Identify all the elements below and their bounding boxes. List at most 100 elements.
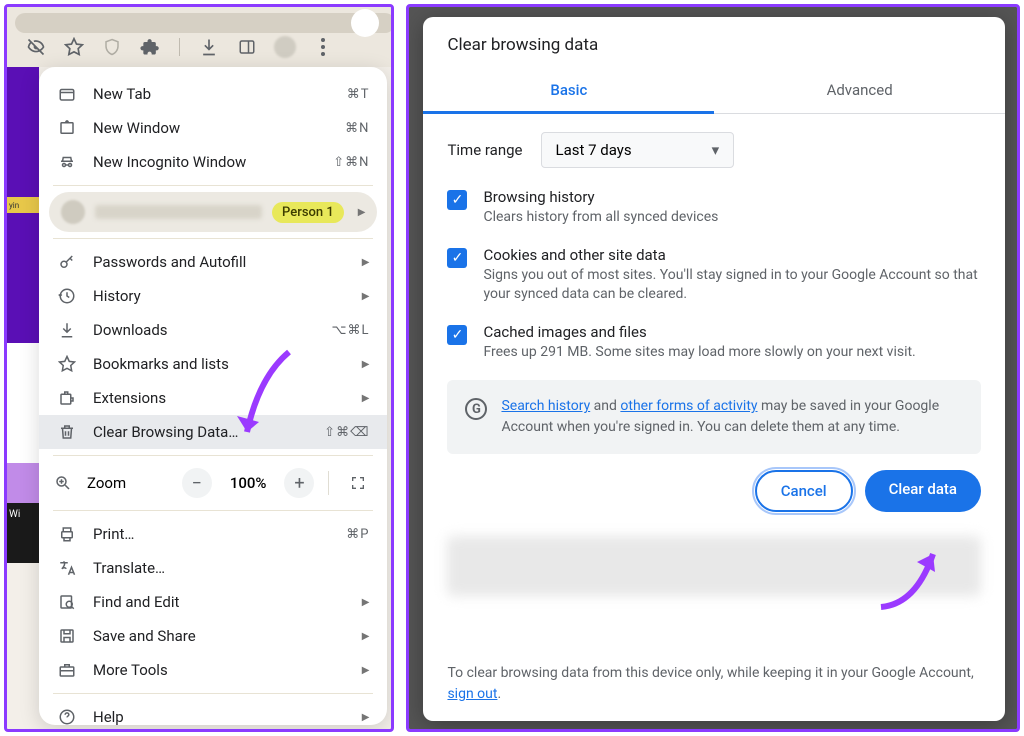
menu-more-tools[interactable]: More Tools ▶ — [39, 653, 387, 687]
info-box: G Search history and other forms of acti… — [447, 380, 981, 454]
profile-avatar[interactable] — [274, 36, 296, 58]
google-icon: G — [465, 398, 487, 420]
print-icon — [57, 524, 77, 544]
chrome-menu: New Tab ⌘T New Window ⌘N New Incognito W… — [39, 67, 387, 725]
zoom-in-button[interactable]: + — [284, 468, 314, 498]
menu-new-tab[interactable]: New Tab ⌘T — [39, 77, 387, 111]
checkbox[interactable]: ✓ — [447, 190, 467, 210]
time-range-select[interactable]: Last 7 days ▾ — [541, 132, 735, 168]
trash-icon — [57, 422, 77, 442]
menu-label: Passwords and Autofill — [93, 253, 342, 271]
tab-advanced[interactable]: Advanced — [714, 69, 1005, 113]
save-icon — [57, 626, 77, 646]
menu-label: Clear Browsing Data… — [93, 423, 308, 441]
time-range-label: Time range — [447, 141, 522, 159]
shield-icon[interactable] — [101, 36, 123, 58]
key-icon — [57, 252, 77, 272]
check-title: Cookies and other site data — [483, 246, 981, 264]
dialog-actions: Cancel Clear data — [447, 466, 981, 528]
menu-label: New Incognito Window — [93, 153, 317, 171]
menu-history[interactable]: History ▶ — [39, 279, 387, 313]
menu-print[interactable]: Print… ⌘P — [39, 517, 387, 551]
sign-out-link[interactable]: sign out — [447, 686, 497, 702]
separator — [53, 510, 373, 511]
tab-basic[interactable]: Basic — [423, 69, 714, 114]
chevron-right-icon: ▶ — [362, 597, 370, 608]
menu-label: History — [93, 287, 342, 305]
tracking-icon[interactable] — [25, 36, 47, 58]
checkbox-browsing-history: ✓ Browsing history Clears history from a… — [447, 188, 981, 228]
download-icon[interactable] — [198, 36, 220, 58]
tab-icon — [57, 84, 77, 104]
menu-downloads[interactable]: Downloads ⌥⌘L — [39, 313, 387, 347]
other-forms-link[interactable]: other forms of activity — [620, 398, 757, 414]
menu-label: Downloads — [93, 321, 315, 339]
menu-save-share[interactable]: Save and Share ▶ — [39, 619, 387, 653]
cancel-button[interactable]: Cancel — [755, 470, 853, 512]
bookmark-star-icon[interactable] — [63, 36, 85, 58]
check-title: Browsing history — [483, 188, 981, 206]
checkbox[interactable]: ✓ — [447, 248, 467, 268]
menu-help[interactable]: Help ▶ — [39, 700, 387, 725]
footer-text: To clear browsing data from this device … — [423, 663, 1005, 721]
extensions-icon[interactable] — [139, 36, 161, 58]
profile-avatar-icon — [61, 200, 85, 224]
search-history-link[interactable]: Search history — [501, 398, 590, 414]
shortcut: ⌘P — [346, 527, 369, 542]
chevron-right-icon: ▶ — [362, 631, 370, 642]
right-panel: Clear browsing data Basic Advanced Time … — [406, 4, 1020, 732]
chevron-right-icon: ▶ — [362, 359, 370, 370]
blurred-content — [447, 536, 981, 596]
checkbox[interactable]: ✓ — [447, 325, 467, 345]
menu-translate[interactable]: Translate… — [39, 551, 387, 585]
sidepanel-icon[interactable] — [236, 36, 258, 58]
checkbox-cookies: ✓ Cookies and other site data Signs you … — [447, 246, 981, 305]
menu-label: More Tools — [93, 661, 342, 679]
check-desc: Clears history from all synced devices — [483, 208, 981, 228]
fullscreen-button[interactable] — [343, 468, 373, 498]
menu-label: Bookmarks and lists — [93, 355, 342, 373]
chevron-down-icon: ▾ — [712, 141, 720, 159]
address-bar-area — [15, 13, 394, 33]
shortcut: ⌘T — [347, 87, 370, 102]
background-strip: yin Wi — [7, 67, 39, 729]
zoom-icon — [53, 473, 73, 493]
separator — [53, 455, 373, 456]
checkbox-cached: ✓ Cached images and files Frees up 291 M… — [447, 323, 981, 363]
menu-new-window[interactable]: New Window ⌘N — [39, 111, 387, 145]
menu-label: Save and Share — [93, 627, 342, 645]
dialog-title: Clear browsing data — [423, 17, 1005, 69]
menu-label: New Tab — [93, 85, 331, 103]
separator — [53, 693, 373, 694]
incognito-icon — [57, 152, 77, 172]
left-panel: yin Wi New Tab ⌘T New Window ⌘N New Inco… — [4, 4, 394, 732]
chevron-right-icon: ▶ — [358, 207, 366, 218]
zoom-out-button[interactable]: − — [182, 468, 212, 498]
check-title: Cached images and files — [483, 323, 981, 341]
download-icon — [57, 320, 77, 340]
find-icon — [57, 592, 77, 612]
chevron-right-icon: ▶ — [362, 665, 370, 676]
menu-label: Help — [93, 708, 342, 725]
chevron-right-icon: ▶ — [362, 291, 370, 302]
menu-dots-icon[interactable] — [312, 36, 334, 58]
chevron-right-icon: ▶ — [362, 257, 370, 268]
menu-passwords[interactable]: Passwords and Autofill ▶ — [39, 245, 387, 279]
menu-bookmarks[interactable]: Bookmarks and lists ▶ — [39, 347, 387, 381]
browser-toolbar — [7, 7, 391, 67]
clear-data-button[interactable]: Clear data — [865, 470, 981, 512]
menu-label: Extensions — [93, 389, 342, 407]
dialog-tabs: Basic Advanced — [423, 69, 1005, 114]
help-icon — [57, 707, 77, 725]
menu-new-incognito[interactable]: New Incognito Window ⇧⌘N — [39, 145, 387, 179]
time-range-row: Time range Last 7 days ▾ — [447, 132, 981, 168]
profile-name-blurred — [95, 205, 262, 219]
menu-extensions[interactable]: Extensions ▶ — [39, 381, 387, 415]
chevron-right-icon: ▶ — [362, 393, 370, 404]
profile-row[interactable]: Person 1 ▶ — [49, 192, 377, 232]
menu-find[interactable]: Find and Edit ▶ — [39, 585, 387, 619]
menu-clear-browsing-data[interactable]: Clear Browsing Data… ⇧⌘⌫ — [39, 415, 387, 449]
dialog-body: Time range Last 7 days ▾ ✓ Browsing hist… — [423, 114, 1005, 663]
history-icon — [57, 286, 77, 306]
window-icon — [57, 118, 77, 138]
